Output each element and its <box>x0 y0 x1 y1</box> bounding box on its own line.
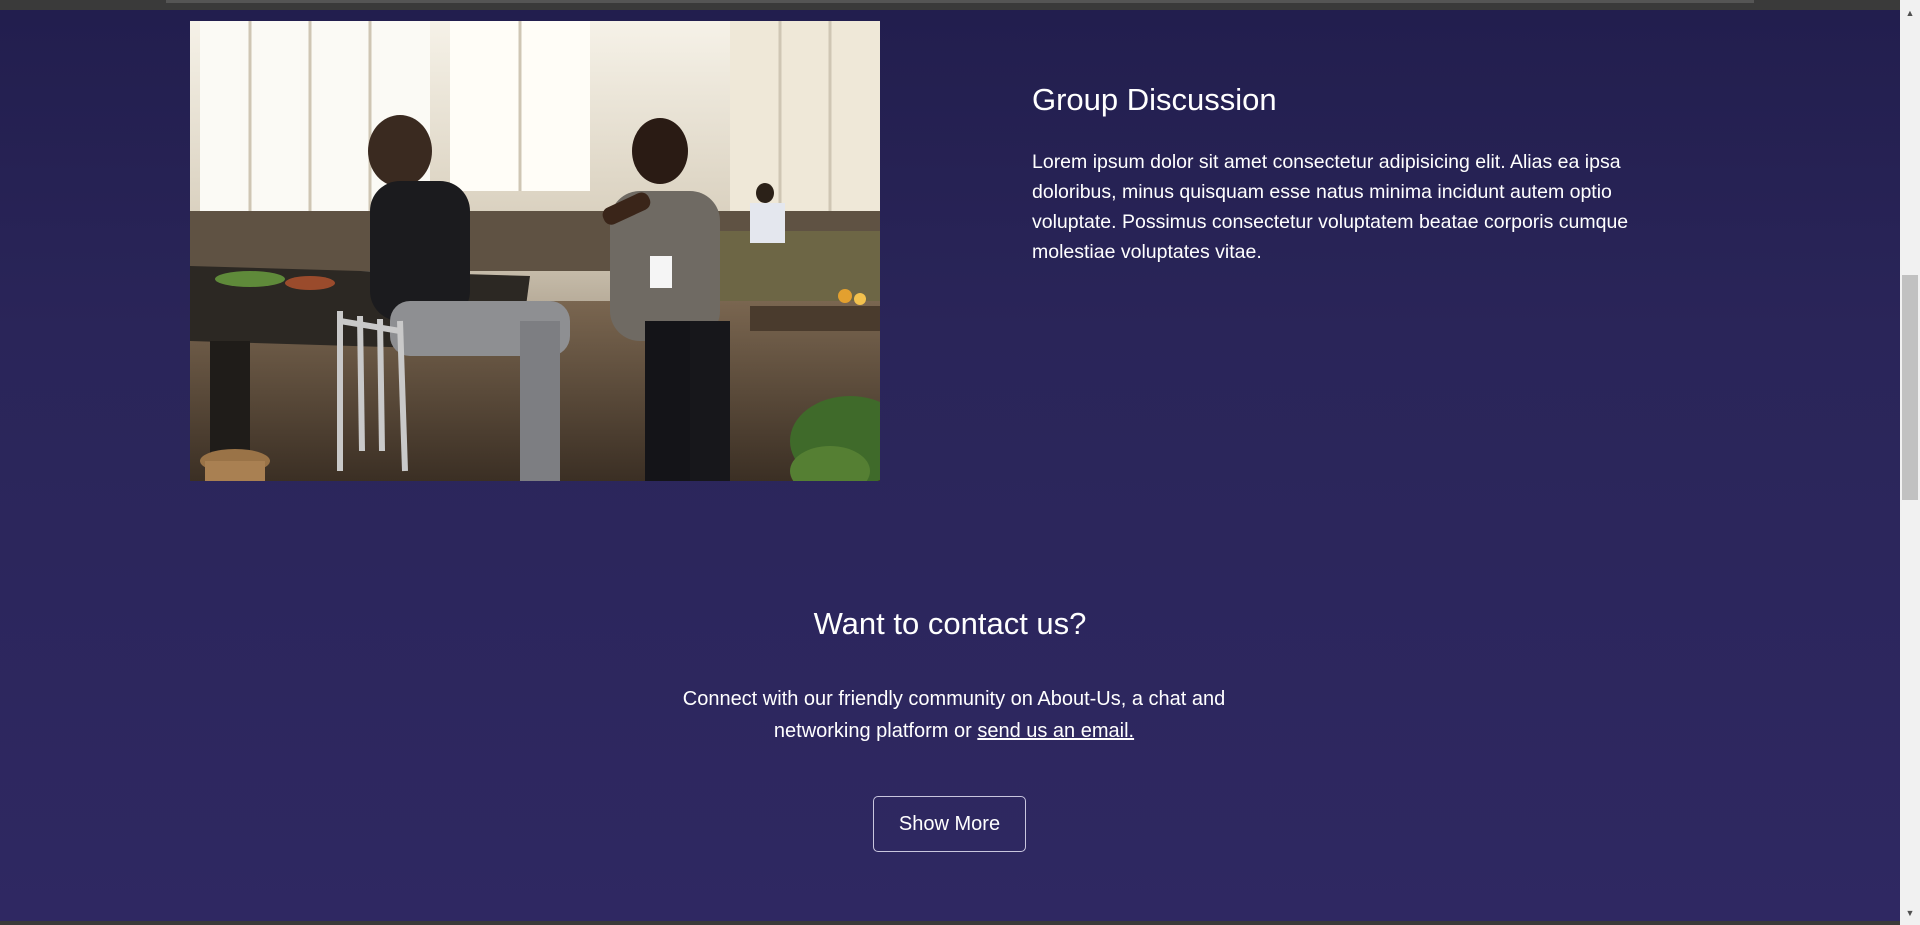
scrollbar-thumb[interactable] <box>1902 275 1918 500</box>
contact-description: Connect with our friendly community on A… <box>680 683 1228 747</box>
vertical-scrollbar[interactable]: ▲ ▼ <box>1900 0 1920 925</box>
group-discussion-photo <box>190 21 880 481</box>
browser-top-strip-inner <box>166 0 1754 3</box>
scroll-down-arrow-icon[interactable]: ▼ <box>1900 904 1920 921</box>
page-content: Group Discussion Lorem ipsum dolor sit a… <box>0 10 1900 925</box>
scroll-up-arrow-icon[interactable]: ▲ <box>1900 4 1920 21</box>
contact-title: Want to contact us? <box>813 606 1087 641</box>
show-more-button[interactable]: Show More <box>873 796 1026 852</box>
contact-text: Connect with our friendly community on A… <box>682 688 1226 742</box>
browser-top-strip <box>0 0 1900 10</box>
email-link[interactable]: send us an email. <box>977 720 1134 742</box>
bottom-edge <box>0 921 1900 925</box>
feature-title: Group Discussion <box>1032 82 1277 117</box>
feature-description: Lorem ipsum dolor sit amet consectetur a… <box>1032 151 1629 263</box>
